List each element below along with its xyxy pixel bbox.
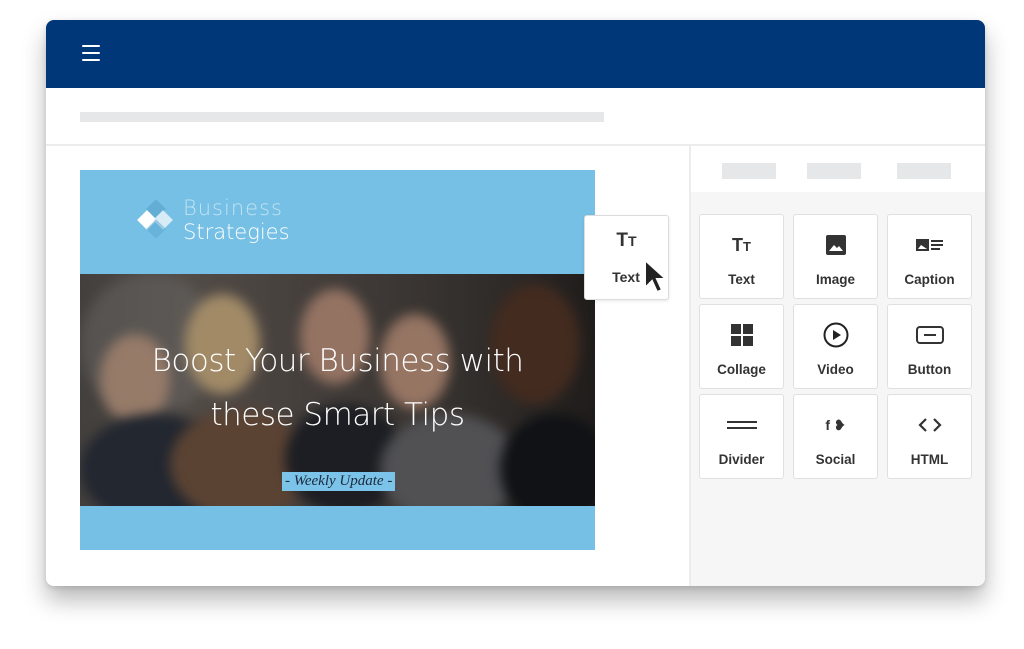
code-icon [888, 413, 971, 437]
weekly-update-badge: - Weekly Update - [282, 472, 396, 491]
mouse-cursor-icon [644, 258, 669, 294]
app-header [46, 20, 985, 88]
email-preview[interactable]: Business Strategies Boost Your Business [80, 170, 595, 550]
panel-tab-1[interactable] [722, 163, 776, 179]
divider-icon [700, 413, 783, 437]
hamburger-icon[interactable] [82, 45, 100, 61]
block-video[interactable]: Video [793, 304, 878, 389]
image-icon [794, 233, 877, 257]
hero-title-line-1: Boost Your Business with [151, 343, 524, 379]
block-html[interactable]: HTML [887, 394, 972, 479]
brand-line-1: Business [183, 196, 283, 220]
text-size-icon: TT [732, 234, 751, 255]
block-social[interactable]: f ❥ Social [793, 394, 878, 479]
editor-window: Business Strategies Boost Your Business [46, 20, 985, 586]
text-size-icon: TT [616, 230, 637, 251]
block-collage[interactable]: Collage [699, 304, 784, 389]
block-divider[interactable]: Divider [699, 394, 784, 479]
toolbar-placeholder-bar [80, 112, 604, 122]
diamond-logo-icon [137, 200, 173, 238]
toolbar [46, 88, 985, 146]
hero-title-line-2: these Smart Tips [210, 397, 465, 433]
block-image[interactable]: Image [793, 214, 878, 299]
email-header: Business Strategies [80, 170, 595, 274]
caption-icon [888, 233, 971, 257]
block-caption[interactable]: Caption [887, 214, 972, 299]
panel-tab-3[interactable] [897, 163, 951, 179]
block-text[interactable]: TT Text [699, 214, 784, 299]
hero-image: Boost Your Business with these Smart Tip… [80, 274, 595, 506]
video-play-icon [794, 322, 877, 348]
button-icon [888, 323, 971, 347]
collage-icon [700, 323, 783, 347]
hero-title: Boost Your Business with these Smart Tip… [80, 334, 595, 442]
content-blocks-panel: TT Text Image Caption Collage Video Butt… [689, 146, 985, 586]
social-icon: f ❥ [825, 416, 846, 433]
panel-tab-2[interactable] [807, 163, 861, 179]
panel-tabs [691, 146, 985, 192]
email-canvas: Business Strategies Boost Your Business [46, 146, 689, 586]
block-button[interactable]: Button [887, 304, 972, 389]
brand-line-2: Strategies [183, 220, 290, 244]
brand-name: Business Strategies [183, 196, 290, 244]
